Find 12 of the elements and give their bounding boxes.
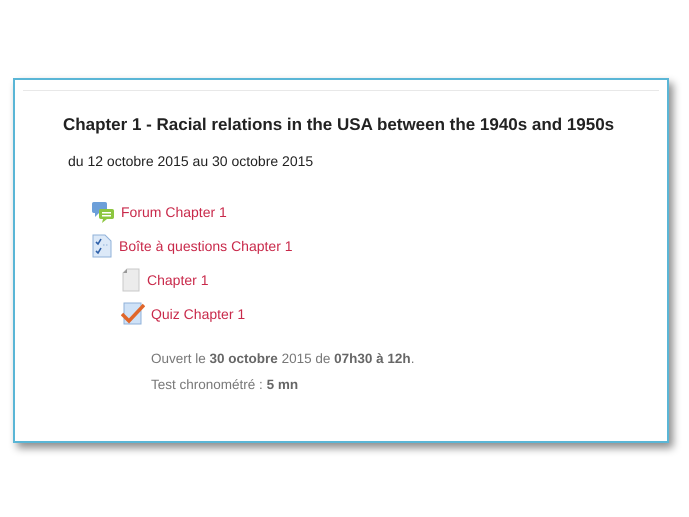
activity-link[interactable]: Boîte à questions Chapter 1 [119, 238, 293, 254]
activity-link[interactable]: Forum Chapter 1 [121, 204, 227, 220]
chat-bubbles-icon [91, 200, 115, 224]
section-title: Chapter 1 - Racial relations in the USA between the 1940s and 1950s [63, 115, 616, 135]
activity-info: Test chronométré : 5 mn [151, 377, 300, 392]
activity-info: Ouvert le 30 octobre 2015 de 07h30 à 12h. [151, 351, 416, 366]
activity-link[interactable]: Quiz Chapter 1 [151, 306, 246, 322]
checklist-icon [91, 234, 113, 258]
page-icon [121, 268, 141, 292]
activity-link[interactable]: Chapter 1 [147, 272, 208, 288]
section-dates: du 12 octobre 2015 au 30 octobre 2015 [68, 153, 314, 169]
checkmark-document-icon [121, 302, 145, 326]
